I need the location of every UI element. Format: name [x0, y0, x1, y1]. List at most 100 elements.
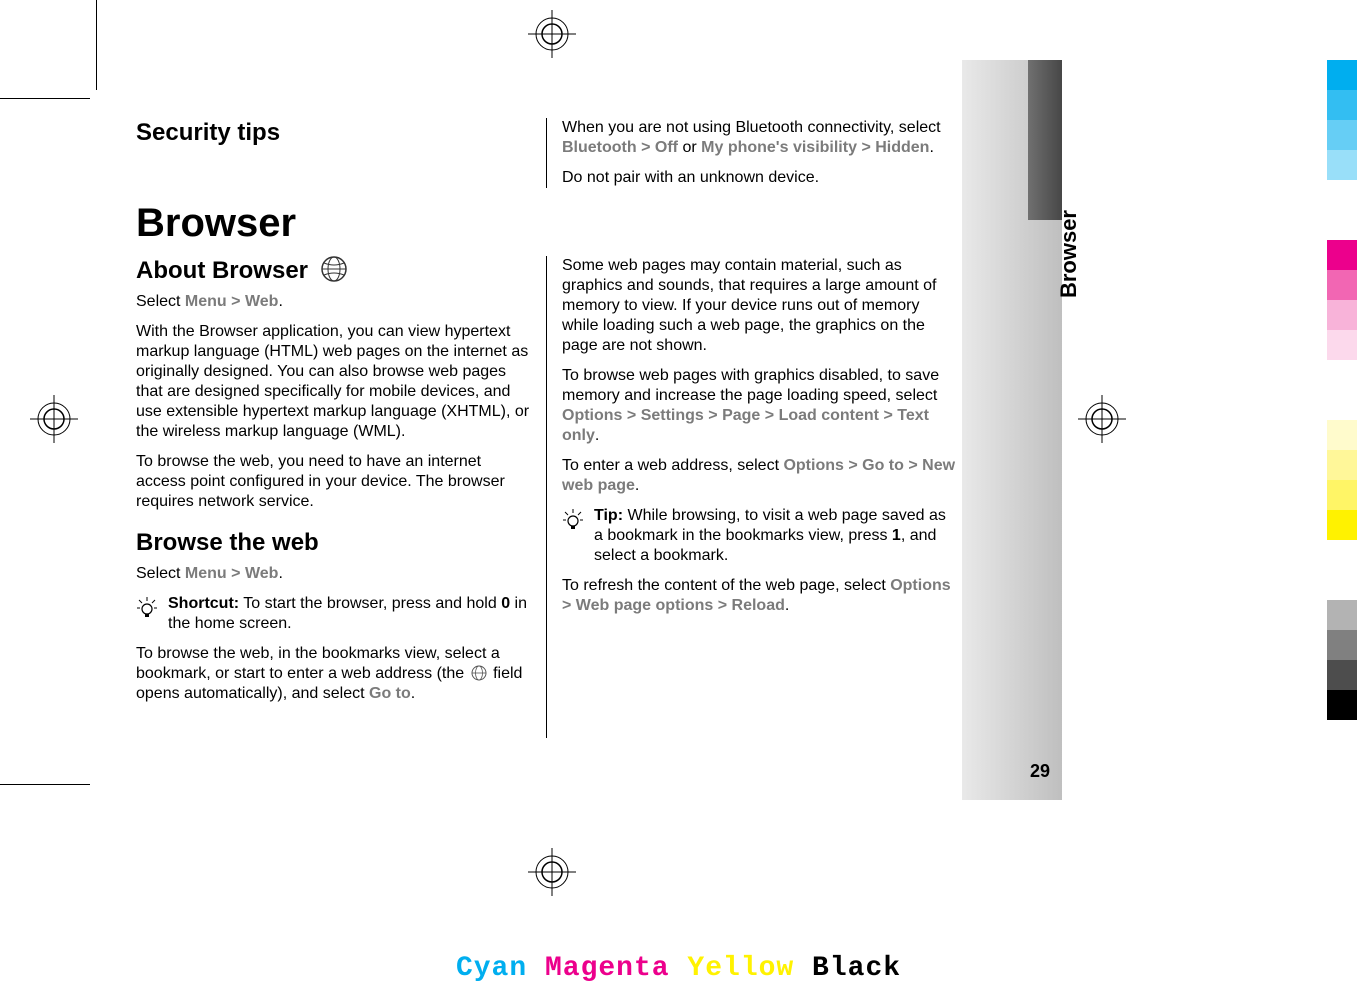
- menu-hidden: Hidden: [875, 139, 929, 156]
- color-swatch: [1327, 630, 1357, 660]
- menu-page: Page: [722, 407, 760, 424]
- cmyk-yellow: Yellow: [687, 953, 794, 984]
- menu-sep: >: [861, 139, 875, 156]
- text-select-menu-web: Select Menu > Web.: [136, 292, 530, 312]
- color-calibration-bar: [1327, 60, 1357, 720]
- menu-visibility: My phone's visibility: [701, 139, 857, 156]
- lightbulb-icon: [562, 508, 584, 530]
- menu-sep: >: [883, 407, 897, 424]
- color-swatch: [1327, 300, 1357, 330]
- color-swatch: [1327, 120, 1357, 150]
- color-swatch: [1327, 510, 1357, 540]
- side-tab-label: Browser: [1056, 210, 1082, 298]
- color-swatch: [1327, 330, 1357, 360]
- color-swatch: [1327, 60, 1357, 90]
- menu-sep: >: [765, 407, 779, 424]
- menu-sep: >: [627, 407, 641, 424]
- text-do-not-pair: Do not pair with an unknown device.: [562, 168, 956, 188]
- crop-mark: [0, 98, 90, 99]
- color-swatch: [1327, 270, 1357, 300]
- menu-bluetooth: Bluetooth: [562, 139, 637, 156]
- menu-web: Web: [245, 293, 278, 310]
- color-swatch: [1327, 480, 1357, 510]
- text: .: [929, 139, 933, 156]
- text: or: [682, 139, 701, 156]
- text: .: [785, 597, 789, 614]
- cmyk-cyan: Cyan: [456, 953, 527, 984]
- cmyk-black: Black: [812, 953, 901, 984]
- menu-options: Options: [562, 407, 622, 424]
- color-swatch: [1327, 180, 1357, 240]
- menu-options: Options: [783, 457, 843, 474]
- globe-icon: [321, 256, 347, 282]
- color-swatch: [1327, 360, 1357, 420]
- menu-sep: >: [708, 407, 722, 424]
- text: To enter a web address, select: [562, 457, 783, 474]
- text-security-tips: When you are not using Bluetooth connect…: [562, 118, 956, 158]
- shortcut-callout: Shortcut: To start the browser, press an…: [136, 594, 530, 634]
- menu-reload: Reload: [732, 597, 785, 614]
- menu-off: Off: [655, 139, 678, 156]
- heading-about-browser: About Browser: [136, 256, 530, 286]
- text-about-p2: To browse the web, you need to have an i…: [136, 452, 530, 512]
- tip-callout: Tip: While browsing, to visit a web page…: [562, 506, 956, 566]
- crop-mark: [96, 0, 97, 90]
- registration-mark-icon: [1078, 395, 1126, 443]
- menu-options: Options: [890, 577, 950, 594]
- text: .: [278, 293, 282, 310]
- globe-icon: [471, 665, 487, 681]
- heading-browse-the-web: Browse the web: [136, 528, 530, 558]
- page-content: Security tips When you are not using Blu…: [136, 118, 956, 738]
- side-tab: Browser 29: [962, 60, 1062, 800]
- tip-text: Tip: While browsing, to visit a web page…: [594, 506, 956, 566]
- cmyk-magenta: Magenta: [545, 953, 670, 984]
- text-browse-bookmarks: To browse the web, in the bookmarks view…: [136, 644, 530, 704]
- menu-web-page-options: Web page options: [576, 597, 713, 614]
- text-refresh: To refresh the content of the web page, …: [562, 576, 956, 616]
- menu-menu: Menu: [185, 293, 227, 310]
- page-title: Browser: [136, 198, 956, 248]
- text-disable-graphics: To browse web pages with graphics disabl…: [562, 366, 956, 446]
- text: About Browser: [136, 257, 308, 284]
- menu-sep: >: [231, 565, 245, 582]
- menu-web: Web: [245, 565, 278, 582]
- text: .: [411, 685, 415, 702]
- menu-settings: Settings: [641, 407, 704, 424]
- color-swatch: [1327, 90, 1357, 120]
- heading-security-tips: Security tips: [136, 118, 530, 148]
- text: To browse the web, in the bookmarks view…: [136, 645, 500, 682]
- shortcut-text: Shortcut: To start the browser, press an…: [168, 594, 530, 634]
- registration-mark-icon: [30, 395, 78, 443]
- text-about-p1: With the Browser application, you can vi…: [136, 322, 530, 442]
- color-swatch: [1327, 240, 1357, 270]
- text: .: [278, 565, 282, 582]
- text-memory-note: Some web pages may contain material, suc…: [562, 256, 956, 356]
- menu-load-content: Load content: [779, 407, 879, 424]
- menu-sep: >: [718, 597, 732, 614]
- label-shortcut: Shortcut:: [168, 595, 239, 612]
- menu-go-to: Go to: [862, 457, 904, 474]
- menu-sep: >: [641, 139, 655, 156]
- color-swatch: [1327, 150, 1357, 180]
- text-enter-address: To enter a web address, select Options >…: [562, 456, 956, 496]
- menu-sep: >: [231, 293, 245, 310]
- text: .: [635, 477, 639, 494]
- text: To start the browser, press and hold: [239, 595, 501, 612]
- menu-menu: Menu: [185, 565, 227, 582]
- page-number: 29: [1030, 761, 1050, 782]
- key-1: 1: [892, 527, 901, 544]
- side-tab-accent: [1028, 60, 1062, 220]
- color-swatch: [1327, 420, 1357, 450]
- menu-sep: >: [562, 597, 576, 614]
- text-select-menu-web-2: Select Menu > Web.: [136, 564, 530, 584]
- color-swatch: [1327, 660, 1357, 690]
- crop-mark: [0, 784, 90, 785]
- text: When you are not using Bluetooth connect…: [562, 119, 941, 136]
- lightbulb-icon: [136, 596, 158, 618]
- cmyk-label: Cyan Magenta Yellow Black: [456, 953, 901, 984]
- text: .: [595, 427, 599, 444]
- menu-sep: >: [908, 457, 922, 474]
- color-swatch: [1327, 450, 1357, 480]
- key-0: 0: [501, 595, 510, 612]
- text: Select: [136, 293, 185, 310]
